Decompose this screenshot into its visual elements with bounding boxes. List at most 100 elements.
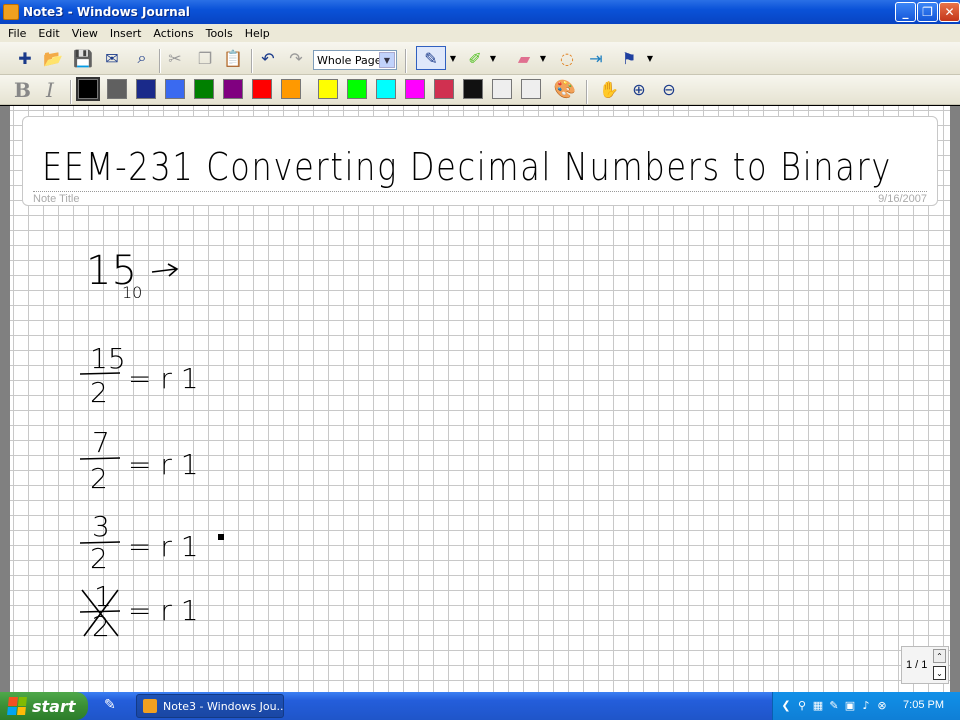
color-swatch[interactable] — [434, 79, 454, 99]
chevron-down-icon[interactable]: ▼ — [645, 47, 655, 69]
color-swatch[interactable] — [318, 79, 338, 99]
clock: 7:05 PM — [903, 699, 944, 711]
cut-icon[interactable]: ✂ — [164, 47, 186, 69]
taskbar: start ✎ Note3 - Windows Jou... ❮ ⚲ ▦ ✎ ▣… — [0, 692, 960, 720]
color-swatch[interactable] — [165, 79, 185, 99]
start-label: start — [32, 696, 76, 716]
page-up-button[interactable]: ⌃ — [933, 649, 946, 663]
undo-icon[interactable]: ↶ — [257, 47, 279, 69]
ink-numerator: 1 — [94, 580, 112, 613]
chevron-down-icon[interactable]: ▼ — [538, 47, 548, 69]
save-icon[interactable]: 💾 — [72, 47, 94, 69]
toolbar-separator — [586, 80, 588, 104]
taskbar-item-label: Note3 - Windows Jou... — [163, 699, 284, 713]
color-swatch[interactable] — [252, 79, 272, 99]
open-icon[interactable]: 📂 — [42, 47, 64, 69]
zoom-in-icon[interactable]: ⊕ — [628, 78, 650, 100]
ink-numerator: 7 — [92, 426, 110, 459]
lasso-icon[interactable]: ◌ — [556, 47, 578, 69]
italic-button[interactable]: I — [46, 78, 54, 102]
pen-icon[interactable]: ✎ — [416, 46, 446, 70]
ink-denominator: 2 — [90, 542, 108, 575]
menu-tools[interactable]: Tools — [200, 27, 239, 40]
color-swatch[interactable] — [194, 79, 214, 99]
window-title: Note3 - Windows Journal — [23, 5, 190, 19]
new-note-icon[interactable]: ✚ — [14, 47, 36, 69]
paste-icon[interactable]: 📋 — [222, 47, 244, 69]
toolbar-separator — [251, 49, 253, 73]
arrow-stroke — [151, 263, 179, 277]
color-palette-icon[interactable]: 🎨 — [554, 78, 576, 100]
close-button[interactable]: ✕ — [939, 2, 960, 22]
flag-icon[interactable]: ⚑ — [618, 47, 640, 69]
chevron-down-icon[interactable]: ▼ — [448, 47, 458, 69]
minimize-button[interactable]: _ — [895, 2, 916, 22]
maximize-button[interactable]: ❐ — [917, 2, 938, 22]
eraser-icon[interactable]: ▰ — [513, 47, 535, 69]
menu-actions[interactable]: Actions — [147, 27, 199, 40]
insert-space-icon[interactable]: ⇥ — [585, 47, 607, 69]
ink-denominator: 2 — [90, 462, 108, 495]
zoom-value: Whole Page — [317, 53, 382, 67]
copy-icon[interactable]: ❐ — [194, 47, 216, 69]
highlighter-icon[interactable]: ✐ — [464, 47, 486, 69]
menu-insert[interactable]: Insert — [104, 27, 148, 40]
note-page[interactable]: Note Title 9/16/2007 EEM-231 Converting … — [10, 106, 950, 692]
cursor-dot — [218, 534, 224, 540]
journal-app-icon[interactable] — [3, 4, 19, 20]
page-down-button[interactable]: ⌄ — [933, 666, 946, 680]
ink-denominator: 2 — [92, 610, 110, 643]
toolbar-separator — [70, 80, 72, 104]
display-icon[interactable]: ▣ — [843, 698, 857, 712]
chevron-down-icon[interactable]: ▼ — [488, 47, 498, 69]
ink-remainder: = r 1 — [128, 362, 199, 395]
bold-button[interactable]: B — [14, 78, 31, 102]
zoom-select[interactable]: Whole Page ▼ — [313, 50, 397, 70]
taskbar-item-journal[interactable]: Note3 - Windows Jou... — [136, 694, 284, 718]
start-button[interactable]: start — [0, 692, 88, 720]
title-bar[interactable]: Note3 - Windows Journal _ ❐ ✕ — [0, 0, 960, 24]
volume-icon[interactable]: ♪ — [859, 698, 873, 712]
journal-workspace: Note Title 9/16/2007 EEM-231 Converting … — [0, 106, 960, 692]
ink-subscript: 10 — [122, 283, 142, 302]
color-swatch[interactable] — [281, 79, 301, 99]
color-swatch[interactable] — [405, 79, 425, 99]
ink-numerator: 15 — [90, 342, 126, 375]
menu-view[interactable]: View — [66, 27, 104, 40]
system-tray: ❮ ⚲ ▦ ✎ ▣ ♪ ⊗ 7:05 PM — [772, 692, 960, 720]
color-swatch[interactable] — [463, 79, 483, 99]
menu-bar: File Edit View Insert Actions Tools Help — [0, 24, 960, 42]
color-swatch[interactable] — [107, 79, 127, 99]
color-swatch[interactable] — [347, 79, 367, 99]
pen-tablet-icon[interactable]: ✎ — [827, 698, 841, 712]
hand-icon[interactable]: ✋ — [598, 78, 620, 100]
find-icon[interactable]: ⌕ — [131, 47, 153, 69]
chevron-down-icon[interactable]: ▼ — [379, 52, 395, 68]
ink-remainder: = r 1 — [128, 530, 199, 563]
journal-app-icon — [143, 699, 157, 713]
windows-logo-icon — [7, 697, 27, 715]
search-icon[interactable]: ⚲ — [795, 698, 809, 712]
color-swatch[interactable] — [136, 79, 156, 99]
ink-remainder: = r 1 — [128, 448, 199, 481]
toolbar-separator — [159, 49, 161, 73]
color-swatch[interactable] — [223, 79, 243, 99]
menu-help[interactable]: Help — [239, 27, 276, 40]
ink-numerator: 3 — [92, 510, 110, 543]
chevron-left-icon[interactable]: ❮ — [779, 698, 793, 712]
color-swatch[interactable] — [521, 79, 541, 99]
network-icon[interactable]: ▦ — [811, 698, 825, 712]
email-icon[interactable]: ✉ — [101, 47, 123, 69]
ink-remainder: = r 1 — [128, 594, 199, 627]
menu-edit[interactable]: Edit — [32, 27, 65, 40]
handwritten-ink: 15 10 15 2 = r 1 7 2 = r 1 3 2 = r 1 1 2… — [79, 248, 224, 643]
menu-file[interactable]: File — [2, 27, 32, 40]
color-swatch[interactable] — [492, 79, 512, 99]
color-swatch[interactable] — [376, 79, 396, 99]
zoom-out-icon[interactable]: ⊖ — [658, 78, 680, 100]
redo-icon[interactable]: ↷ — [285, 47, 307, 69]
security-alert-icon[interactable]: ⊗ — [875, 698, 889, 712]
quick-launch-icon[interactable]: ✎ — [104, 697, 122, 715]
toolbar-separator — [405, 49, 407, 73]
color-swatch[interactable] — [76, 77, 100, 101]
